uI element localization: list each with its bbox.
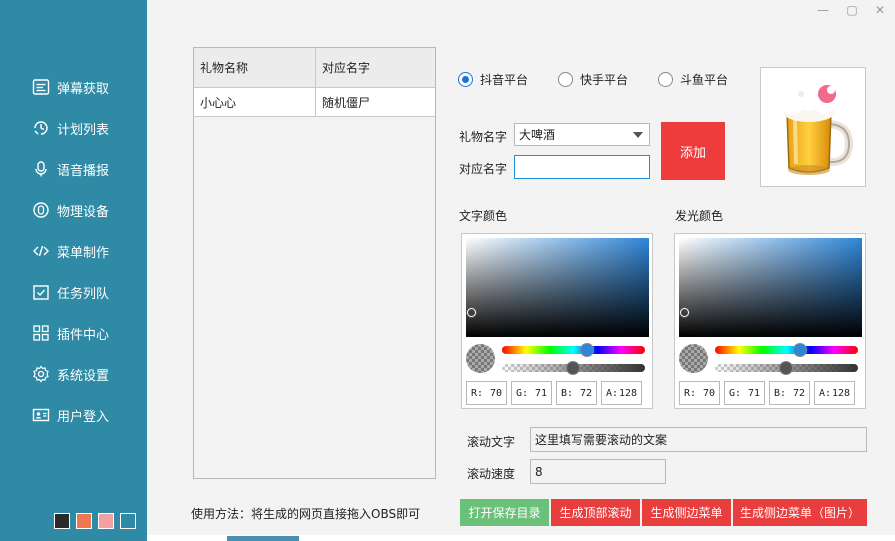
radio-label: 快手平台 — [580, 73, 629, 87]
alpha-field[interactable]: A: 128 — [814, 381, 855, 405]
sidebar-item-tasks[interactable]: 任务列队 — [0, 274, 147, 310]
red-field[interactable]: R: 70 — [679, 381, 720, 405]
generate-side-menu-image-button[interactable]: 生成侧边菜单（图片） — [733, 499, 867, 526]
sidebar-item-label: 语音播报 — [57, 163, 110, 179]
alpha-field[interactable]: A: 128 — [601, 381, 642, 405]
scroll-text-input[interactable]: 这里填写需要滚动的文案 — [530, 427, 867, 452]
minimize-button[interactable]: — — [816, 3, 830, 17]
radio-indicator — [658, 72, 673, 87]
sidebar-item-menu[interactable]: 菜单制作 — [0, 233, 147, 269]
sidebar-item-label: 物理设备 — [57, 204, 110, 220]
sidebar-item-plan[interactable]: 计划列表 — [0, 110, 147, 146]
sidebar-item-label: 菜单制作 — [57, 245, 110, 261]
sv-handle[interactable] — [467, 308, 476, 317]
danmaku-list-icon — [32, 78, 50, 96]
chevron-down-icon — [633, 132, 643, 138]
sidebar-item-label: 弹幕获取 — [57, 81, 110, 97]
glow-color-picker: R: 70 G: 71 B: 72 A: 128 — [674, 233, 866, 409]
radio-label: 斗鱼平台 — [680, 73, 729, 87]
hue-knob[interactable] — [580, 343, 594, 357]
blue-field[interactable]: B: 72 — [769, 381, 810, 405]
sidebar-item-label: 系统设置 — [57, 368, 110, 384]
blue-field[interactable]: B: 72 — [556, 381, 597, 405]
column-header-name[interactable]: 对应名字 — [316, 48, 435, 87]
maximize-button[interactable]: ▢ — [845, 3, 859, 17]
theme-swatches — [54, 513, 136, 529]
sidebar-item-label: 用户登入 — [57, 409, 110, 425]
open-save-dir-button[interactable]: 打开保存目录 — [460, 499, 549, 526]
table-header: 礼物名称 对应名字 — [194, 48, 435, 88]
theme-swatch-dark[interactable] — [54, 513, 70, 529]
table-row[interactable]: 小心心 随机僵尸 — [194, 88, 435, 117]
taskbar-item — [227, 536, 299, 541]
gift-table: 礼物名称 对应名字 小心心 随机僵尸 — [193, 47, 436, 479]
green-field[interactable]: G: 71 — [724, 381, 765, 405]
mapped-name-input[interactable] — [514, 155, 650, 179]
scroll-text-label: 滚动文字 — [467, 435, 516, 449]
sidebar-item-settings[interactable]: 系统设置 — [0, 356, 147, 392]
hue-slider[interactable] — [715, 343, 858, 357]
saturation-value-area[interactable] — [466, 238, 649, 337]
gift-name-label: 礼物名字 — [459, 130, 508, 144]
radio-douyu[interactable]: 斗鱼平台 — [658, 71, 728, 88]
alpha-slider[interactable] — [502, 361, 645, 375]
sidebar-item-label: 计划列表 — [57, 122, 110, 138]
sidebar-item-device[interactable]: 物理设备 — [0, 192, 147, 228]
theme-swatch-pink[interactable] — [98, 513, 114, 529]
beer-mug-icon — [782, 85, 854, 175]
close-button[interactable]: ✕ — [873, 3, 887, 17]
theme-swatch-teal[interactable] — [120, 513, 136, 529]
generate-top-scroll-button[interactable]: 生成顶部滚动 — [551, 499, 640, 526]
sidebar-item-label: 插件中心 — [57, 327, 110, 343]
hue-knob[interactable] — [793, 343, 807, 357]
rgba-fields: R: 70 G: 71 B: 72 A: 128 — [679, 381, 855, 405]
radio-indicator — [458, 72, 473, 87]
sidebar-item-plugins[interactable]: 插件中心 — [0, 315, 147, 351]
usage-hint: 使用方法：将生成的网页直接拖入OBS即可 — [191, 507, 421, 521]
alpha-knob[interactable] — [779, 361, 793, 375]
alpha-slider[interactable] — [715, 361, 858, 375]
plan-cycle-icon — [32, 119, 50, 137]
glow-color-label: 发光颜色 — [675, 209, 724, 223]
user-card-icon — [32, 406, 50, 424]
table-cell-name: 随机僵尸 — [322, 95, 371, 110]
mapped-name-label: 对应名字 — [459, 162, 508, 176]
red-field[interactable]: R: 70 — [466, 381, 507, 405]
sidebar: 弹幕获取 计划列表 语音播报 物理设备 菜单制作 任务列队 插件中心 系统设置 … — [0, 0, 147, 541]
gift-preview — [760, 67, 866, 187]
generate-side-menu-button[interactable]: 生成侧边菜单 — [642, 499, 731, 526]
table-cell-gift: 小心心 — [194, 88, 316, 116]
sidebar-item-login[interactable]: 用户登入 — [0, 397, 147, 433]
color-preview-swatch — [466, 344, 495, 373]
radio-label: 抖音平台 — [480, 73, 529, 87]
microphone-icon — [32, 160, 50, 178]
alpha-knob[interactable] — [566, 361, 580, 375]
saturation-value-area[interactable] — [679, 238, 862, 337]
plugin-grid-icon — [32, 324, 50, 342]
scroll-speed-input[interactable]: 8 — [530, 459, 666, 484]
radio-kuaishou[interactable]: 快手平台 — [558, 71, 628, 88]
rgba-fields: R: 70 G: 71 B: 72 A: 128 — [466, 381, 642, 405]
add-button[interactable]: 添加 — [661, 122, 725, 180]
hue-slider[interactable] — [502, 343, 645, 357]
column-header-gift[interactable]: 礼物名称 — [194, 48, 316, 87]
device-icon — [32, 201, 50, 219]
code-icon — [32, 242, 50, 260]
color-preview-swatch — [679, 344, 708, 373]
scroll-speed-label: 滚动速度 — [467, 467, 516, 481]
radio-indicator — [558, 72, 573, 87]
sv-handle[interactable] — [680, 308, 689, 317]
sidebar-item-danmaku[interactable]: 弹幕获取 — [0, 69, 147, 105]
task-check-icon — [32, 283, 50, 301]
radio-douyin[interactable]: 抖音平台 — [458, 71, 528, 88]
text-color-label: 文字颜色 — [459, 209, 508, 223]
gear-icon — [32, 365, 50, 383]
gift-select[interactable]: 大啤酒 — [514, 123, 650, 146]
theme-swatch-orange[interactable] — [76, 513, 92, 529]
sidebar-item-voice[interactable]: 语音播报 — [0, 151, 147, 187]
green-field[interactable]: G: 71 — [511, 381, 552, 405]
sidebar-item-label: 任务列队 — [57, 286, 110, 302]
text-color-picker: R: 70 G: 71 B: 72 A: 128 — [461, 233, 653, 409]
gift-select-value: 大啤酒 — [519, 128, 556, 142]
